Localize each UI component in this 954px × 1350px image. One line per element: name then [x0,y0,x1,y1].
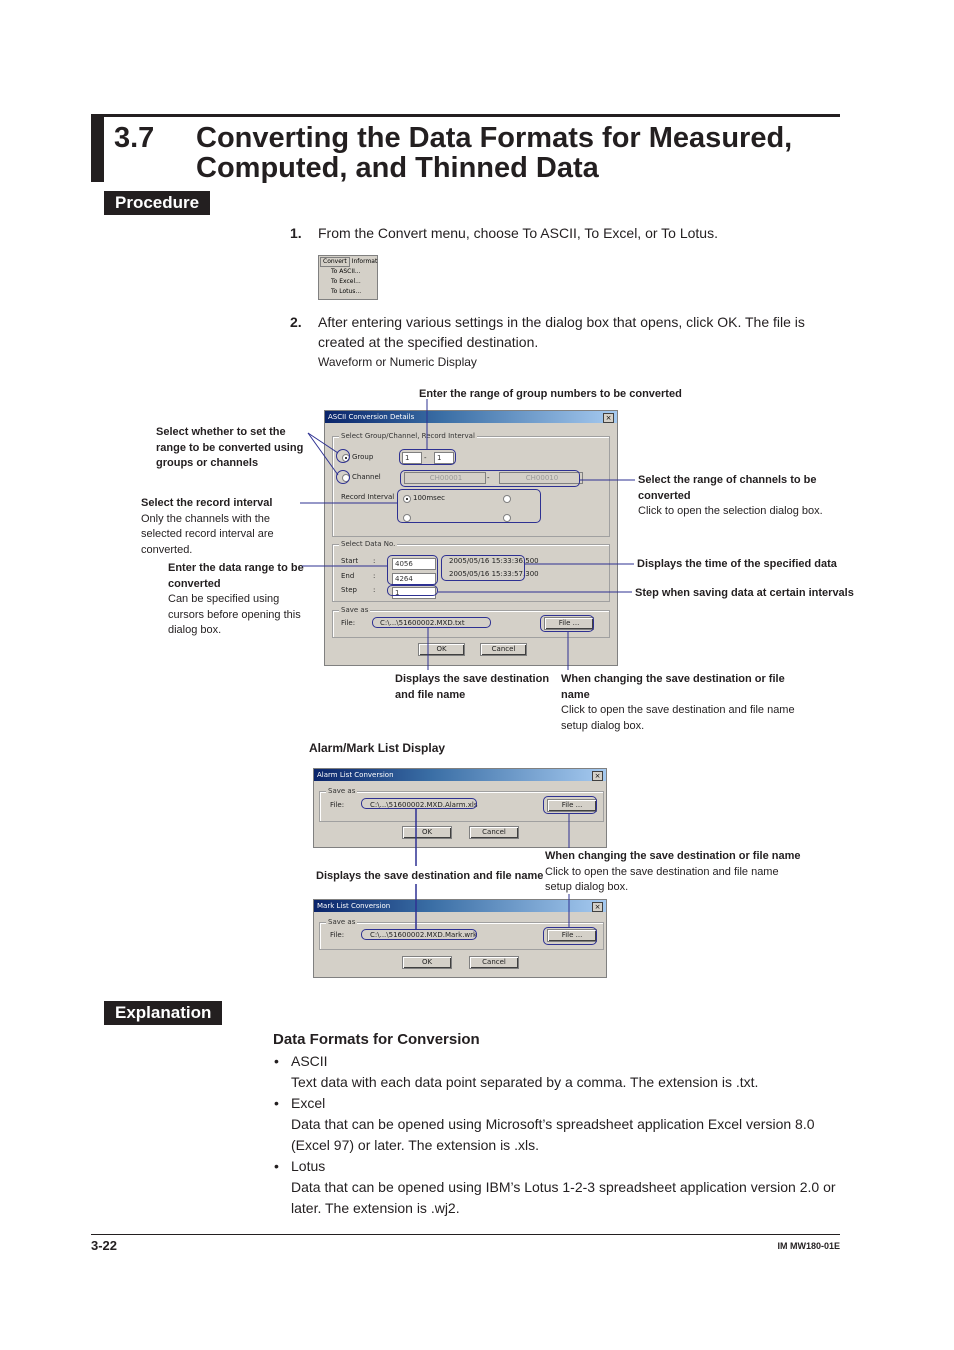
dialog-title: Alarm List Conversion [317,771,394,779]
close-icon[interactable]: × [592,902,603,912]
colon: : [373,586,376,594]
explanation-label: Explanation [104,1001,223,1025]
highlight-mark-file-path [361,929,477,940]
bullet: • [274,1158,279,1174]
page-title: Converting the Data Formats for Measured… [196,122,793,184]
format-desc-ascii: Text data with each data point separated… [291,1074,759,1090]
bullet: • [274,1053,279,1069]
cancel-button[interactable]: Cancel [469,956,519,969]
colon: : [373,557,376,565]
dialog-title: Mark List Conversion [317,902,391,910]
highlight-step [387,585,438,596]
menu-information[interactable]: Informat [350,258,378,265]
annotation-time-display: Displays the time of the specified data [637,558,837,570]
menu-convert[interactable]: Convert [320,256,350,267]
annotation-save-destination: Displays the save destination and file n… [395,673,550,701]
bullet: • [274,1095,279,1111]
annotation-list-change-destination: When changing the save destination or fi… [545,850,801,893]
ok-button[interactable]: OK [402,956,452,969]
dialog-title-bar: Alarm List Conversion × [314,769,606,781]
format-desc-lotus: Data that can be opened using IBM’s Lotu… [291,1179,836,1216]
annotation-step: Step when saving data at certain interva… [635,587,854,599]
step-2-text: After entering various settings in the d… [318,314,805,350]
file-label: File: [341,619,356,627]
menu-item-to-ascii[interactable]: To ASCII... [319,267,377,277]
document-id: IM MW180-01E [777,1241,840,1251]
highlight-alarm-file-path [361,798,477,809]
cancel-button[interactable]: Cancel [469,826,519,839]
annotation-change-destination: When changing the save destination or fi… [561,673,795,732]
subheading-alarm-mark: Alarm/Mark List Display [309,741,446,755]
step-1-number: 1. [290,225,302,241]
dialog-title-bar: Mark List Conversion × [314,900,606,912]
ok-button[interactable]: OK [418,643,465,656]
highlight-file-button [540,615,594,632]
annotation-group-range: Enter the range of group numbers to be c… [419,388,682,400]
group-label: Select Data No. [339,540,398,548]
ok-button[interactable]: OK [402,826,452,839]
annotation-group-or-channel: Select whether to set the range to be co… [156,426,304,469]
format-name-lotus: Lotus [291,1158,326,1174]
group-radio-label: Group [352,453,374,461]
format-name-ascii: ASCII [291,1053,328,1069]
highlight-channel-radio [336,470,350,484]
format-desc-excel: Data that can be opened using Microsoft’… [291,1116,815,1153]
highlight-alarm-file-button [543,796,597,814]
close-icon[interactable]: × [603,413,614,423]
menu-item-to-excel[interactable]: To Excel... [319,277,377,287]
convert-menu-screenshot: Convert Informat To ASCII... To Excel...… [318,255,378,300]
record-interval-label: Record Interval [341,493,395,501]
explanation-heading: Data Formats for Conversion [273,1031,480,1048]
highlight-channel-range [400,470,580,487]
step-1-text: From the Convert menu, choose To ASCII, … [318,225,718,241]
file-label: File: [330,801,345,809]
title-rule [104,114,840,117]
annotation-record-interval: Select the record interval Only the chan… [141,497,274,556]
section-number: 3.7 [114,122,155,154]
end-label: End [341,572,355,580]
highlight-mark-file-button [543,927,597,945]
colon: : [373,572,376,580]
step-2-number: 2. [290,314,302,330]
close-icon[interactable]: × [592,771,603,781]
file-label: File: [330,931,345,939]
format-name-excel: Excel [291,1095,326,1111]
highlight-data-range [387,555,438,585]
menu-item-to-lotus[interactable]: To Lotus... [319,287,377,297]
page-number: 3-22 [91,1238,118,1253]
dialog-title-bar: ASCII Conversion Details × [325,411,617,423]
group-label: Save as [326,918,358,926]
highlight-group-radio [336,449,350,463]
subheading-waveform: Waveform or Numeric Display [318,355,477,369]
highlight-group-range [399,449,456,465]
title-marker-bar [91,114,104,182]
annotation-channel-range: Select the range of channels to be conve… [638,474,823,517]
start-label: Start [341,557,359,565]
highlight-record-interval [397,489,541,523]
highlight-time-display [441,555,525,581]
annotation-data-range: Enter the data range to be converted Can… [168,562,304,636]
step-label: Step [341,586,357,594]
highlight-file-path [372,617,491,628]
dialog-title: ASCII Conversion Details [328,413,415,421]
group-label: Select Group/Channel, Record Interval [339,432,477,440]
group-label: Save as [339,606,371,614]
channel-radio-label: Channel [352,473,381,481]
annotation-list-save-destination: Displays the save destination and file n… [316,870,544,882]
cancel-button[interactable]: Cancel [480,643,527,656]
group-label: Save as [326,787,358,795]
footer-rule [91,1234,840,1235]
procedure-label: Procedure [104,191,211,215]
